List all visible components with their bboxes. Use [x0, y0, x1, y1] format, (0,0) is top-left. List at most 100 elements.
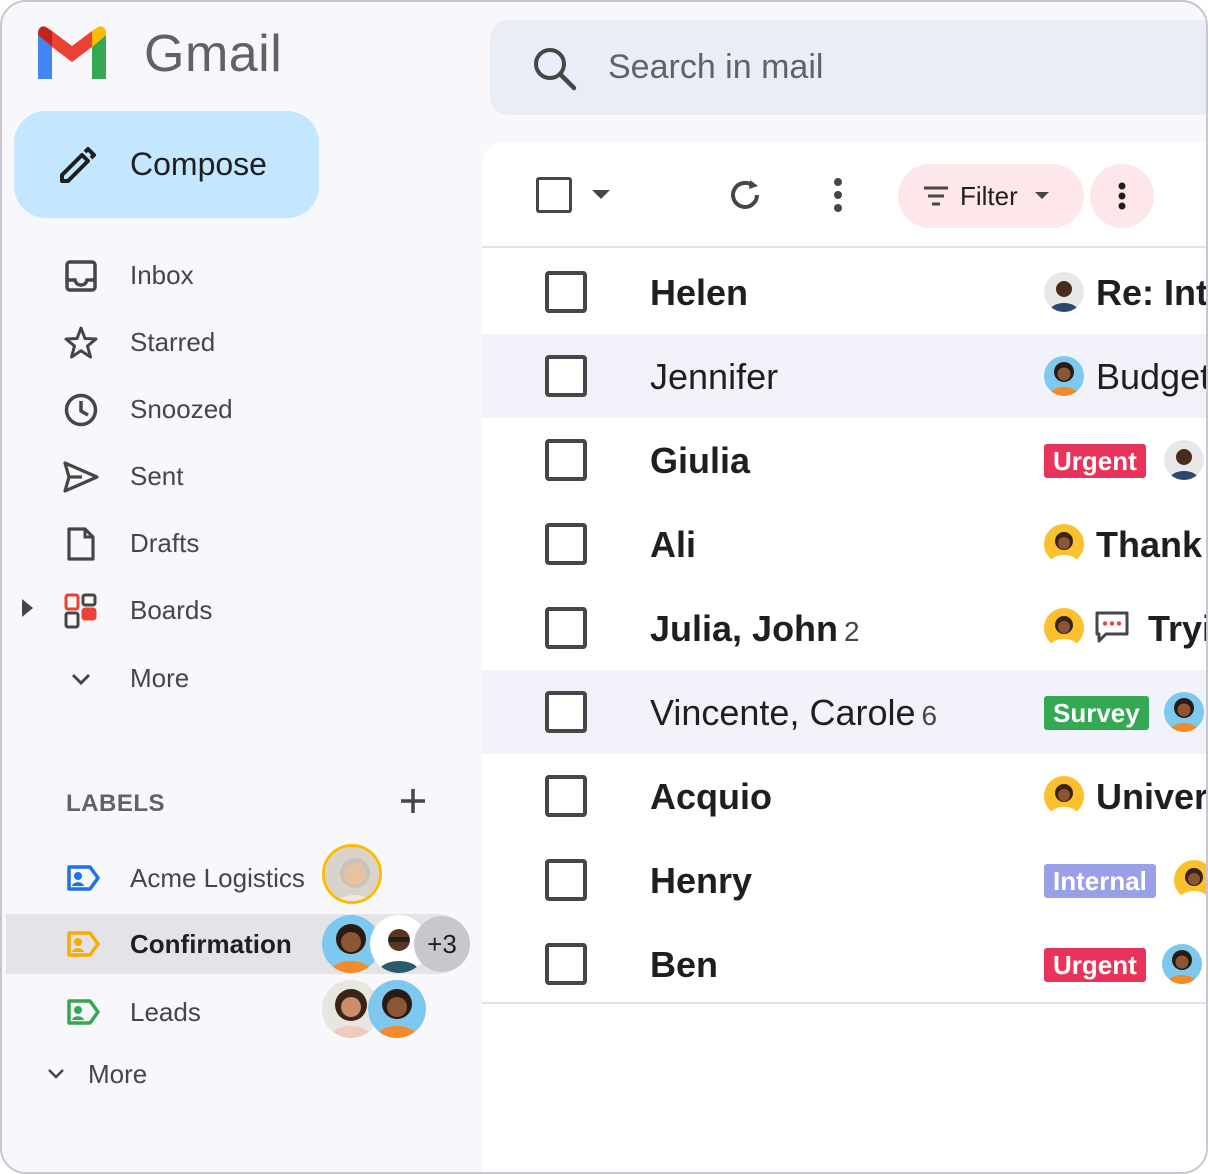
label-chip-urgent[interactable]: Urgent: [1044, 444, 1146, 478]
avatar: [1044, 356, 1084, 396]
label-chip-internal[interactable]: Internal: [1044, 864, 1156, 898]
more-members-badge[interactable]: +3: [414, 916, 470, 972]
message-list-panel: Filter Helen Re: Intr Jennifer Budget Gi…: [482, 142, 1208, 1172]
email-row[interactable]: Jennifer Budget: [482, 334, 1208, 418]
more-actions-button[interactable]: [832, 176, 844, 214]
email-row[interactable]: Giulia Urgent: [482, 418, 1206, 502]
label-tag-icon: [66, 998, 100, 1031]
label-name: Acme Logistics: [130, 862, 305, 893]
row-checkbox[interactable]: [545, 523, 587, 565]
caret-down-icon: [592, 190, 610, 199]
nav-item-boards[interactable]: Boards: [2, 582, 462, 638]
avatar: [368, 980, 426, 1038]
email-subject: Budget: [1096, 356, 1208, 397]
row-checkbox[interactable]: [545, 943, 587, 985]
email-subject: Thank: [1096, 524, 1203, 565]
email-sender: Julia, John 2: [650, 608, 860, 649]
draft-icon: [62, 525, 100, 563]
labels-more-button[interactable]: More: [46, 1054, 147, 1094]
search-input[interactable]: [608, 48, 1108, 87]
row-checkbox[interactable]: [545, 775, 587, 817]
email-row[interactable]: Henry Internal: [482, 838, 1206, 922]
row-checkbox[interactable]: [545, 271, 587, 313]
label-chip-survey[interactable]: Survey: [1044, 696, 1149, 730]
label-chip-urgent[interactable]: Urgent: [1044, 948, 1146, 982]
checkbox: [536, 177, 572, 213]
email-subject: Re: Intr: [1096, 272, 1208, 313]
email-sender: Acquio: [650, 776, 772, 817]
avatar: [1044, 272, 1084, 312]
gmail-logo-icon: [38, 26, 106, 79]
send-icon: [62, 458, 100, 496]
email-sender: Vincente, Carole 6: [650, 692, 938, 733]
chevron-down-icon: [48, 1069, 64, 1079]
avatar: [1044, 524, 1084, 564]
email-subject: Tryi: [1148, 608, 1208, 649]
nav-item-starred[interactable]: Starred: [2, 314, 462, 370]
email-row[interactable]: Vincente, Carole 6 Survey: [482, 670, 1206, 754]
avatar: [1162, 944, 1202, 984]
pencil-icon: [60, 146, 96, 183]
avatar: [1164, 440, 1204, 480]
email-row[interactable]: Acquio Univers: [482, 754, 1206, 838]
avatar: [1044, 608, 1084, 648]
email-row[interactable]: Ben Urgent: [482, 922, 1206, 1006]
refresh-icon: [731, 180, 759, 209]
caret-down-icon: [1034, 192, 1049, 199]
label-tag-icon: [66, 930, 100, 963]
row-checkbox[interactable]: [545, 607, 587, 649]
toolbar: Filter: [482, 142, 1206, 248]
avatar: [1174, 860, 1206, 900]
nav-item-inbox[interactable]: Inbox: [2, 247, 462, 303]
select-all-checkbox[interactable]: [536, 177, 572, 213]
nav-item-more[interactable]: More: [2, 650, 462, 706]
nav-label: More: [130, 662, 190, 693]
nav-item-sent[interactable]: Sent: [2, 448, 462, 504]
email-sender: Giulia: [650, 440, 751, 481]
row-checkbox[interactable]: [545, 355, 587, 397]
compose-button[interactable]: Compose: [14, 111, 319, 218]
inbox-icon: [62, 257, 100, 295]
expand-arrow-icon[interactable]: [22, 599, 33, 617]
nav-item-drafts[interactable]: Drafts: [2, 515, 462, 571]
plus-icon: [401, 789, 425, 813]
email-sender: Ali: [650, 524, 697, 565]
add-label-button[interactable]: [396, 784, 430, 818]
email-row[interactable]: Ali Thank: [482, 502, 1206, 586]
filter-more-button[interactable]: [1090, 164, 1154, 228]
label-item-acme-logistics[interactable]: Acme Logistics: [6, 844, 468, 908]
select-options-caret[interactable]: [592, 190, 610, 199]
sidebar: Gmail Compose Inbox Starred Snoozed Sent…: [2, 2, 482, 1172]
row-checkbox[interactable]: [545, 439, 587, 481]
nav-label: Drafts: [130, 527, 200, 558]
labels-heading: LABELS: [66, 790, 165, 817]
list-divider: [482, 1002, 1206, 1004]
labels-more-label: More: [88, 1058, 148, 1089]
filter-button[interactable]: Filter: [898, 164, 1084, 228]
thread-count: 6: [921, 700, 938, 731]
refresh-button[interactable]: [726, 176, 764, 214]
nav-item-snoozed[interactable]: Snoozed: [2, 381, 462, 437]
label-name: Leads: [130, 996, 201, 1027]
more-vert-icon: [834, 178, 842, 212]
search-icon: [534, 47, 577, 90]
email-sender: Jennifer: [650, 356, 779, 397]
nav-label: Sent: [130, 460, 184, 491]
chevron-down-icon: [62, 660, 100, 698]
label-item-leads[interactable]: Leads: [6, 980, 468, 1042]
compose-label: Compose: [130, 146, 267, 182]
email-sender: Helen: [650, 272, 749, 313]
boards-icon: [62, 592, 100, 630]
gmail-logo[interactable]: Gmail: [34, 24, 282, 84]
row-checkbox[interactable]: [545, 859, 587, 901]
label-item-confirmation[interactable]: Confirmation +3: [6, 914, 470, 974]
email-row[interactable]: Helen Re: Intr: [482, 250, 1208, 334]
search-bar[interactable]: [490, 20, 1206, 115]
nav-label: Starred: [130, 326, 216, 357]
nav-label: Inbox: [130, 259, 194, 290]
avatar: [1044, 776, 1084, 816]
avatar: [322, 844, 382, 904]
filter-icon: [924, 186, 948, 206]
row-checkbox[interactable]: [545, 691, 587, 733]
email-row[interactable]: Julia, John 2 Tryi: [482, 586, 1208, 670]
